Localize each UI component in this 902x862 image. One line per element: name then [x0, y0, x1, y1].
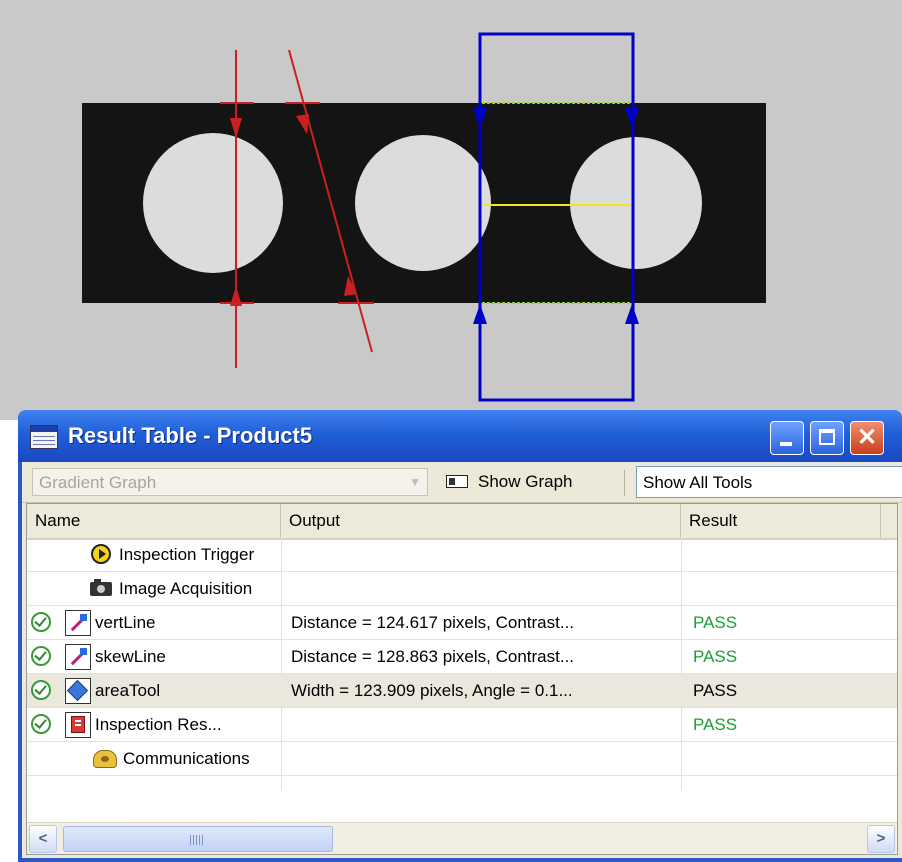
- row-name: areaTool: [95, 681, 161, 700]
- table-row[interactable]: skewLine Distance = 128.863 pixels, Cont…: [27, 640, 897, 674]
- horizontal-scrollbar[interactable]: < >: [27, 822, 897, 854]
- column-header-output[interactable]: Output: [281, 504, 681, 538]
- hole-right: [570, 137, 702, 269]
- pass-check-icon: [31, 646, 51, 666]
- communications-icon: [93, 746, 119, 772]
- table-row[interactable]: Inspection Trigger: [27, 538, 897, 572]
- table-row[interactable]: Communications: [27, 742, 897, 776]
- column-header-result[interactable]: Result: [681, 504, 881, 538]
- area-tool-icon: [65, 678, 91, 704]
- row-name: Communications: [123, 749, 250, 768]
- maximize-button[interactable]: [810, 421, 844, 455]
- row-name: Image Acquisition: [119, 579, 253, 598]
- row-name: vertLine: [95, 613, 156, 632]
- hole-middle: [355, 135, 491, 271]
- chevron-down-icon: ▼: [409, 475, 421, 489]
- scroll-thumb[interactable]: [63, 826, 333, 852]
- window-client: Gradient Graph ▼ Show Graph Show All Too…: [22, 462, 902, 858]
- row-name: Inspection Trigger: [119, 545, 255, 564]
- table-row-selected[interactable]: areaTool Width = 123.909 pixels, Angle =…: [27, 674, 897, 708]
- row-name: skewLine: [95, 647, 166, 666]
- camera-icon: [89, 576, 115, 602]
- scroll-right-button[interactable]: >: [867, 825, 895, 853]
- title-bar[interactable]: Result Table - Product5 ✕: [18, 410, 902, 462]
- minimize-button[interactable]: [770, 421, 804, 455]
- row-result: PASS: [693, 681, 738, 700]
- close-icon: ✕: [856, 424, 878, 451]
- filter-select[interactable]: Show All Tools: [636, 466, 902, 498]
- row-result: PASS: [693, 647, 738, 666]
- pass-check-icon: [31, 714, 51, 734]
- trigger-icon: [89, 542, 115, 568]
- line-tool-icon: [65, 610, 91, 636]
- hole-left: [143, 133, 283, 273]
- table-row[interactable]: Inspection Res... PASS: [27, 708, 897, 742]
- row-output: Distance = 124.617 pixels, Contrast...: [291, 613, 575, 632]
- minimize-icon: [780, 442, 792, 446]
- table-row[interactable]: Image Acquisition: [27, 572, 897, 606]
- table-row[interactable]: vertLine Distance = 124.617 pixels, Cont…: [27, 606, 897, 640]
- scroll-left-button[interactable]: <: [29, 825, 57, 853]
- row-result: PASS: [693, 715, 738, 734]
- grip-icon: [190, 835, 204, 845]
- row-result: PASS: [693, 613, 738, 632]
- pass-check-icon: [31, 612, 51, 632]
- line-tool-icon: [65, 644, 91, 670]
- row-output: Width = 123.909 pixels, Angle = 0.1...: [291, 681, 573, 700]
- inspection-image: [0, 0, 902, 420]
- show-graph-label: Show Graph: [478, 472, 573, 491]
- row-name: Inspection Res...: [95, 715, 222, 734]
- table-header: Name Output Result: [27, 504, 897, 540]
- close-button[interactable]: ✕: [850, 421, 884, 455]
- graph-icon: [446, 475, 468, 488]
- chevron-right-icon: >: [876, 830, 886, 847]
- pass-check-icon: [31, 680, 51, 700]
- chevron-left-icon: <: [38, 830, 48, 847]
- column-header-name[interactable]: Name: [27, 504, 281, 538]
- graph-select-value: Gradient Graph: [39, 473, 157, 492]
- table-icon: [30, 425, 58, 449]
- filter-select-value: Show All Tools: [643, 473, 753, 492]
- window-title: Result Table - Product5: [68, 423, 313, 448]
- show-graph-button[interactable]: Show Graph: [442, 468, 602, 496]
- inspection-result-icon: [65, 712, 91, 738]
- toolbar: Gradient Graph ▼ Show Graph Show All Too…: [22, 462, 902, 503]
- graph-select[interactable]: Gradient Graph ▼: [32, 468, 428, 496]
- result-table-window: Result Table - Product5 ✕ Gradient Graph…: [18, 410, 902, 862]
- toolbar-separator: [624, 470, 625, 496]
- results-grid: Name Output Result Inspection Trigger Im…: [26, 503, 898, 855]
- row-output: Distance = 128.863 pixels, Contrast...: [291, 647, 575, 666]
- maximize-icon: [819, 429, 835, 445]
